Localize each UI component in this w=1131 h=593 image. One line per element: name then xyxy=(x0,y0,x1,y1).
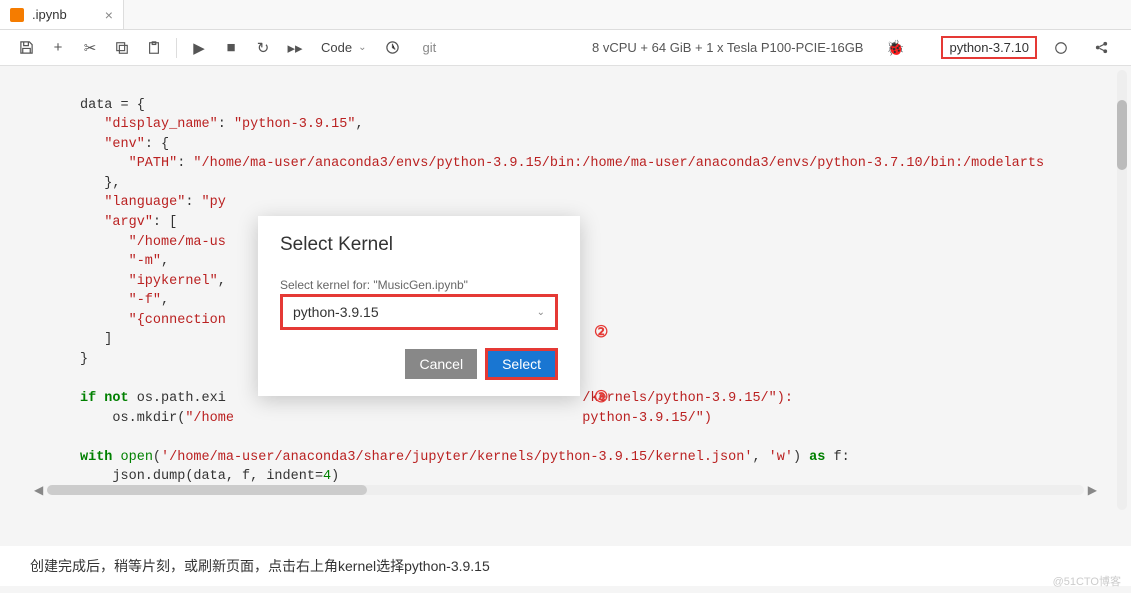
add-cell-icon[interactable]: + xyxy=(44,34,72,62)
run-icon[interactable]: ▶ xyxy=(185,34,213,62)
bug-icon[interactable]: 🐞 xyxy=(881,34,909,62)
scroll-right-icon[interactable]: ▶ xyxy=(1084,483,1101,497)
cut-icon[interactable]: ✂ xyxy=(76,34,104,62)
dialog-subtitle: Select kernel for: "MusicGen.ipynb" xyxy=(280,278,558,292)
scroll-thumb[interactable] xyxy=(47,485,367,495)
paste-icon[interactable] xyxy=(140,34,168,62)
kernel-indicator[interactable]: python-3.7.10 xyxy=(941,36,1037,59)
tab-filename: .ipynb xyxy=(32,7,67,22)
kernel-status-icon[interactable] xyxy=(1047,34,1075,62)
kernel-dropdown[interactable]: python-3.9.15 ⌄ xyxy=(280,294,558,330)
separator xyxy=(176,38,177,58)
compute-spec: 8 vCPU + 64 GiB + 1 x Tesla P100-PCIE-16… xyxy=(592,40,863,55)
cancel-button[interactable]: Cancel xyxy=(405,349,477,379)
chevron-down-icon: ⌄ xyxy=(358,42,366,53)
toolbar: + ✂ ▶ ■ ↻ ▸▸ Code ⌄ git 8 vCPU + 64 GiB … xyxy=(0,30,1131,66)
notebook-tab[interactable]: .ipynb × xyxy=(0,0,124,29)
horizontal-scrollbar[interactable]: ◀ ▶ xyxy=(30,484,1101,496)
code-content: data = { "display_name": "python-3.9.15"… xyxy=(80,66,1101,487)
chevron-down-icon: ⌄ xyxy=(537,307,545,318)
select-kernel-dialog: Select Kernel Select kernel for: "MusicG… xyxy=(258,216,580,396)
vertical-scrollbar[interactable] xyxy=(1117,70,1127,510)
annotation-2: ② xyxy=(594,322,608,342)
share-icon[interactable] xyxy=(1087,34,1115,62)
vscroll-thumb[interactable] xyxy=(1117,100,1127,170)
stop-icon[interactable]: ■ xyxy=(217,34,245,62)
cell-type-selector[interactable]: Code ⌄ xyxy=(313,38,374,57)
kernel-selected-value: python-3.9.15 xyxy=(293,304,379,320)
watermark: @51CTO博客 xyxy=(1053,573,1121,589)
instruction-caption: 创建完成后，稍等片刻，或刷新页面，点击右上角kernel选择python-3.9… xyxy=(0,546,1131,586)
select-button[interactable]: Select xyxy=(485,348,558,380)
clock-icon[interactable] xyxy=(378,34,406,62)
scroll-track[interactable] xyxy=(47,485,1084,495)
git-label[interactable]: git xyxy=(422,40,436,55)
annotation-3: ③ xyxy=(594,387,608,407)
save-icon[interactable] xyxy=(12,34,40,62)
fast-forward-icon[interactable]: ▸▸ xyxy=(281,34,309,62)
dialog-buttons: Cancel Select xyxy=(280,348,558,380)
notebook-icon xyxy=(10,8,24,22)
close-icon[interactable]: × xyxy=(105,7,113,23)
scroll-left-icon[interactable]: ◀ xyxy=(30,483,47,497)
tab-bar: .ipynb × xyxy=(0,0,1131,30)
cell-type-label: Code xyxy=(321,40,352,55)
dialog-title: Select Kernel xyxy=(280,234,558,256)
copy-icon[interactable] xyxy=(108,34,136,62)
restart-icon[interactable]: ↻ xyxy=(249,34,277,62)
